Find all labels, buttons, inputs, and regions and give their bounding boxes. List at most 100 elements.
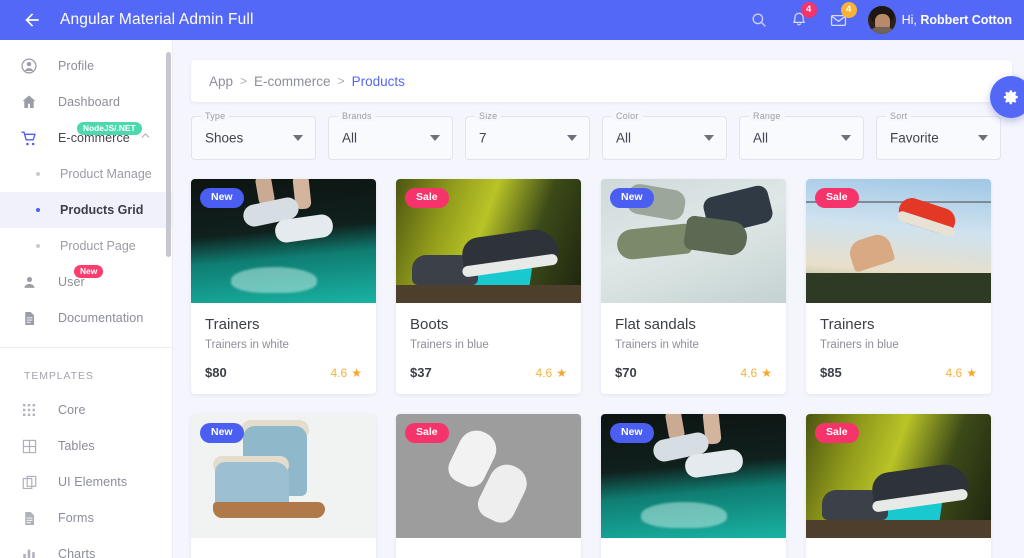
avatar[interactable] — [867, 6, 896, 34]
sidebar-item-tables[interactable]: Tables — [0, 428, 172, 464]
sidebar-item-label: Profile — [58, 59, 95, 73]
product-price: $85 — [820, 365, 842, 380]
product-badge: New — [200, 188, 244, 208]
search-icon — [752, 13, 766, 27]
product-badge: New — [610, 188, 654, 208]
filter-select-color[interactable]: Color All — [602, 111, 727, 160]
messages-badge: 4 — [840, 2, 857, 18]
product-card[interactable]: New — [191, 414, 376, 558]
sidebar-item-products-grid[interactable]: Products Grid — [0, 192, 172, 228]
user-circle-icon — [17, 54, 41, 78]
sidebar-subitem-label: Product Page — [60, 239, 136, 253]
sidebar-tag-new: New — [74, 265, 104, 278]
user-greeting[interactable]: Hi, Robbert Cotton — [902, 13, 1012, 27]
sidebar-item-profile[interactable]: Profile — [0, 48, 172, 84]
sidebar-item-label: Forms — [58, 511, 94, 525]
chevron-down-icon — [704, 135, 714, 141]
greeting-prefix: Hi, — [901, 13, 921, 27]
filter-value: 7 — [479, 130, 487, 146]
table-icon — [17, 434, 41, 458]
app-title: Angular Material Admin Full — [60, 11, 254, 28]
product-price: $37 — [410, 365, 432, 380]
product-price: $80 — [205, 365, 227, 380]
shopping-cart-icon — [17, 126, 41, 150]
sidebar-item-product-page[interactable]: Product Page — [0, 228, 172, 264]
breadcrumb: App > E-commerce > Products — [191, 60, 1012, 102]
product-card[interactable]: Sale Trainers Trainers in blue $85 4.6 ★ — [806, 179, 991, 394]
sidebar-item-charts[interactable]: Charts — [0, 536, 172, 558]
product-image: New — [601, 414, 786, 538]
person-icon — [17, 270, 41, 294]
sidebar-item-forms[interactable]: Forms — [0, 500, 172, 536]
product-card[interactable]: Sale Boots Trainers in blue $37 4.6 ★ — [396, 179, 581, 394]
sidebar-tag-nodejs: NodeJS/.NET — [77, 122, 142, 135]
product-image: Sale — [396, 414, 581, 538]
star-icon: ★ — [351, 365, 362, 380]
chevron-down-icon — [430, 135, 440, 141]
sidebar-item-ecommerce[interactable]: E-commerce NodeJS/.NET — [0, 120, 172, 156]
notifications-button[interactable]: 4 — [782, 2, 817, 37]
filter-select-type[interactable]: Type Shoes — [191, 111, 316, 160]
sidebar-item-core[interactable]: Core — [0, 392, 172, 428]
gear-icon — [1003, 90, 1018, 105]
star-icon: ★ — [761, 365, 772, 380]
product-card[interactable]: Sale — [806, 414, 991, 558]
back-button[interactable] — [12, 0, 52, 40]
chevron-down-icon — [293, 135, 303, 141]
sidebar-item-ui-elements[interactable]: UI Elements — [0, 464, 172, 500]
bullet-icon — [36, 172, 40, 176]
breadcrumb-item-products[interactable]: Products — [352, 74, 405, 89]
product-title: Boots — [410, 316, 449, 333]
breadcrumb-item-app[interactable]: App — [209, 74, 233, 89]
form-document-icon — [17, 506, 41, 530]
filter-select-sort[interactable]: Sort Favorite — [876, 111, 1001, 160]
filter-select-brands[interactable]: Brands All — [328, 111, 453, 160]
product-footer: $80 4.6 ★ — [191, 351, 376, 394]
product-image: New — [191, 179, 376, 303]
sidebar-item-label: Tables — [58, 439, 95, 453]
product-subtitle: Trainers in white — [615, 339, 699, 351]
product-footer: $85 4.6 ★ — [806, 351, 991, 394]
filter-select-range[interactable]: Range All — [739, 111, 864, 160]
sidebar-item-dashboard[interactable]: Dashboard — [0, 84, 172, 120]
product-rating: 4.6 ★ — [331, 366, 362, 380]
star-icon: ★ — [966, 365, 977, 380]
product-image: Sale — [806, 179, 991, 303]
product-image: Sale — [806, 414, 991, 538]
star-icon: ★ — [556, 365, 567, 380]
search-button[interactable] — [742, 3, 776, 37]
filter-label: Color — [612, 111, 643, 121]
filter-select-size[interactable]: Size 7 — [465, 111, 590, 160]
product-footer: $37 4.6 ★ — [396, 351, 581, 394]
product-card[interactable]: New Trainers Trainers in white $80 4.6 ★ — [191, 179, 376, 394]
product-body — [806, 538, 991, 551]
product-price: $70 — [615, 365, 637, 380]
product-rating-value: 4.6 — [330, 365, 348, 380]
grid-dots-icon — [17, 398, 41, 422]
product-card[interactable]: New — [601, 414, 786, 558]
product-title: Trainers — [205, 316, 260, 333]
breadcrumb-separator: > — [337, 74, 345, 88]
sidebar-item-label: UI Elements — [58, 475, 128, 489]
top-app-bar: Angular Material Admin Full 4 4 Hi, Robb… — [0, 0, 1024, 40]
chevron-down-icon — [978, 135, 988, 141]
product-rating-value: 4.6 — [535, 365, 553, 380]
messages-button[interactable]: 4 — [822, 2, 857, 37]
settings-fab-button[interactable] — [990, 76, 1024, 118]
product-subtitle: Trainers in blue — [820, 339, 899, 351]
chevron-up-icon[interactable] — [139, 129, 152, 147]
sidebar-item-product-manage[interactable]: Product Manage — [0, 156, 172, 192]
filter-value: All — [342, 130, 358, 146]
product-subtitle: Trainers in blue — [410, 339, 489, 351]
filter-value: All — [753, 130, 769, 146]
filter-value: Favorite — [890, 130, 939, 146]
product-body: Flat sandals Trainers in white — [601, 303, 786, 351]
sidebar-item-user[interactable]: User New — [0, 264, 172, 300]
sidebar-item-documentation[interactable]: Documentation — [0, 300, 172, 336]
product-card[interactable]: Sale — [396, 414, 581, 558]
sidebar-scrollbar[interactable] — [166, 52, 171, 257]
product-card[interactable]: New Flat sandals Trainers in white $70 4… — [601, 179, 786, 394]
breadcrumb-item-ecommerce[interactable]: E-commerce — [254, 74, 331, 89]
product-body: Boots Trainers in blue — [396, 303, 581, 351]
sidebar-item-label: Core — [58, 403, 86, 417]
